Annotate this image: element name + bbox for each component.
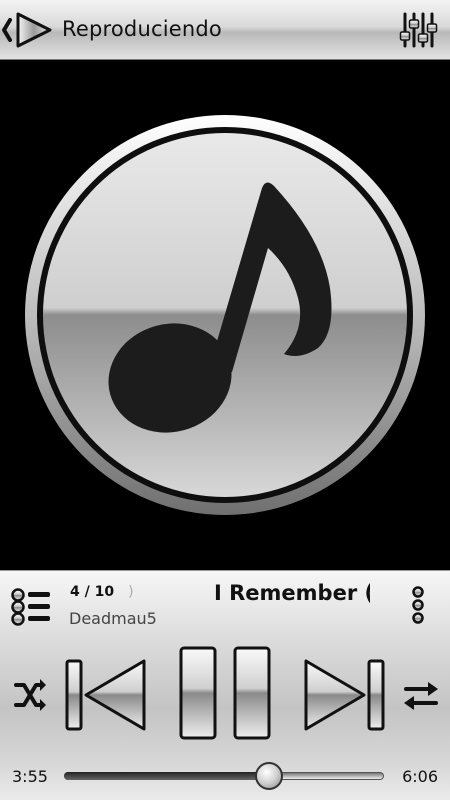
next-button[interactable] [302,657,386,733]
next-track-icon [304,659,385,731]
repeat-icon [404,682,438,710]
track-position-label: 4 / 10 [70,584,115,600]
shuffle-icon [14,679,46,711]
queue-button[interactable] [10,587,54,627]
track-position: 4 / 10) [70,584,134,600]
music-note-icon [25,115,425,515]
previous-track-icon [65,659,146,731]
seek-thumb[interactable] [255,762,284,790]
equalizer-button[interactable] [398,10,438,50]
track-title-fade: ) [128,584,134,600]
player-controls-panel: 4 / 10) I Remember (Original Mix) Deadma… [0,570,450,800]
track-title: I Remember (Original Mix) [214,581,370,605]
previous-button[interactable] [64,657,148,733]
album-artwork [0,60,450,570]
seek-bar[interactable] [62,762,386,790]
pause-button[interactable] [178,645,272,741]
total-time: 6:06 [402,767,438,786]
page-title: Reproduciendo [62,17,222,41]
top-bar: Reproduciendo [0,0,450,60]
queue-list-icon [11,588,50,626]
shuffle-button[interactable] [12,677,48,713]
more-vertical-icon [412,586,424,624]
elapsed-time: 3:55 [12,767,48,786]
seek-progress [64,772,270,780]
repeat-button[interactable] [402,679,440,713]
more-options-button[interactable] [408,585,428,625]
pause-icon [179,646,271,740]
equalizer-sliders-icon [399,12,438,48]
back-button[interactable] [0,8,58,52]
track-title-marquee: I Remember (Original Mix) [160,577,370,611]
artist-name: Deadmau5 [69,609,156,628]
artist-marquee: Deadmau5 [66,609,156,633]
back-arrow-icon [2,12,52,48]
